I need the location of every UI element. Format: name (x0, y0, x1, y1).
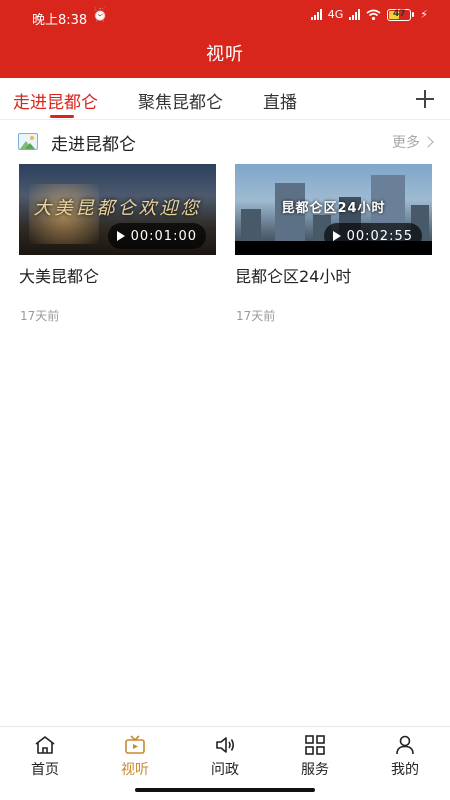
wifi-icon (366, 9, 381, 20)
duration-badge: 00:02:55 (323, 223, 422, 249)
status-bar: 晚上8:38 ⏰ 4G 47 ⚡ (0, 0, 450, 34)
status-right: 4G 47 ⚡ (310, 8, 428, 21)
video-posted-time: 17天前 (236, 309, 276, 323)
thumbnail-caption: 昆都仑区24小时 (281, 201, 386, 216)
duration: 00:01:00 (130, 228, 197, 244)
charging-icon: ⚡ (420, 8, 428, 21)
nav-label: 服务 (301, 762, 329, 778)
section-title: 走进昆都仑 (51, 135, 136, 155)
nav-label: 首页 (31, 762, 59, 778)
video-thumbnail[interactable]: 昆都仑区24小时 00:02:55 (235, 164, 432, 255)
top-bar: 晚上8:38 ⏰ 4G 47 ⚡ 视听 (0, 0, 450, 78)
more-label: 更多 (392, 135, 420, 151)
channel-tabs: 走进昆都仑 聚焦昆都仑 直播 (0, 78, 450, 120)
duration-badge: 00:01:00 (107, 223, 206, 249)
video-card[interactable]: 昆都仑区24小时 00:02:55 昆都仑区24小时 17天前 (235, 164, 432, 323)
tab-active-indicator (50, 115, 74, 118)
more-link[interactable]: 更多 (392, 132, 434, 152)
video-title[interactable]: 昆都仑区24小时 (235, 263, 432, 287)
nav-mine[interactable]: 我的 (360, 727, 450, 787)
thumbnail-caption: 大美昆都仑欢迎您 (33, 198, 202, 219)
nav-video[interactable]: 视听 (90, 727, 180, 787)
tab-focus[interactable]: 聚焦昆都仑 (138, 88, 223, 113)
signal-icon-2 (349, 9, 361, 20)
tab-live[interactable]: 直播 (263, 88, 297, 113)
page-title: 视听 (206, 44, 244, 65)
status-time: 晚上8:38 (32, 13, 88, 28)
play-icon (332, 231, 341, 241)
add-channel-button[interactable] (416, 84, 434, 114)
nav-label: 视听 (121, 762, 149, 778)
alarm-icon: ⏰ (92, 8, 109, 23)
nav-services[interactable]: 服务 (270, 727, 360, 787)
signal-icon (310, 9, 322, 20)
home-icon (35, 736, 55, 754)
speaker-icon (216, 737, 235, 753)
play-icon (116, 231, 125, 241)
image-icon (18, 133, 38, 150)
duration: 00:02:55 (346, 228, 413, 244)
nav-label: 问政 (211, 762, 239, 778)
nav-home[interactable]: 首页 (0, 727, 90, 787)
tab-walk-into[interactable]: 走进昆都仑 (13, 88, 98, 113)
person-icon (396, 735, 414, 755)
chevron-right-icon (422, 136, 434, 148)
nav-politics[interactable]: 问政 (180, 727, 270, 787)
video-title[interactable]: 大美昆都仑 (19, 263, 216, 287)
video-thumbnail[interactable]: 大美昆都仑欢迎您 00:01:00 (19, 164, 216, 255)
battery-level: 47 (393, 8, 406, 19)
video-posted-time: 17天前 (20, 309, 60, 323)
home-indicator (135, 788, 315, 792)
section-header: 走进昆都仑 更多 (0, 126, 450, 156)
network-type: 4G (327, 8, 344, 21)
nav-label: 我的 (391, 762, 419, 778)
tv-icon (125, 735, 145, 754)
grid-icon (305, 735, 325, 755)
battery-icon: 47 (387, 8, 415, 21)
video-card[interactable]: 大美昆都仑欢迎您 00:01:00 大美昆都仑 17天前 (19, 164, 216, 323)
